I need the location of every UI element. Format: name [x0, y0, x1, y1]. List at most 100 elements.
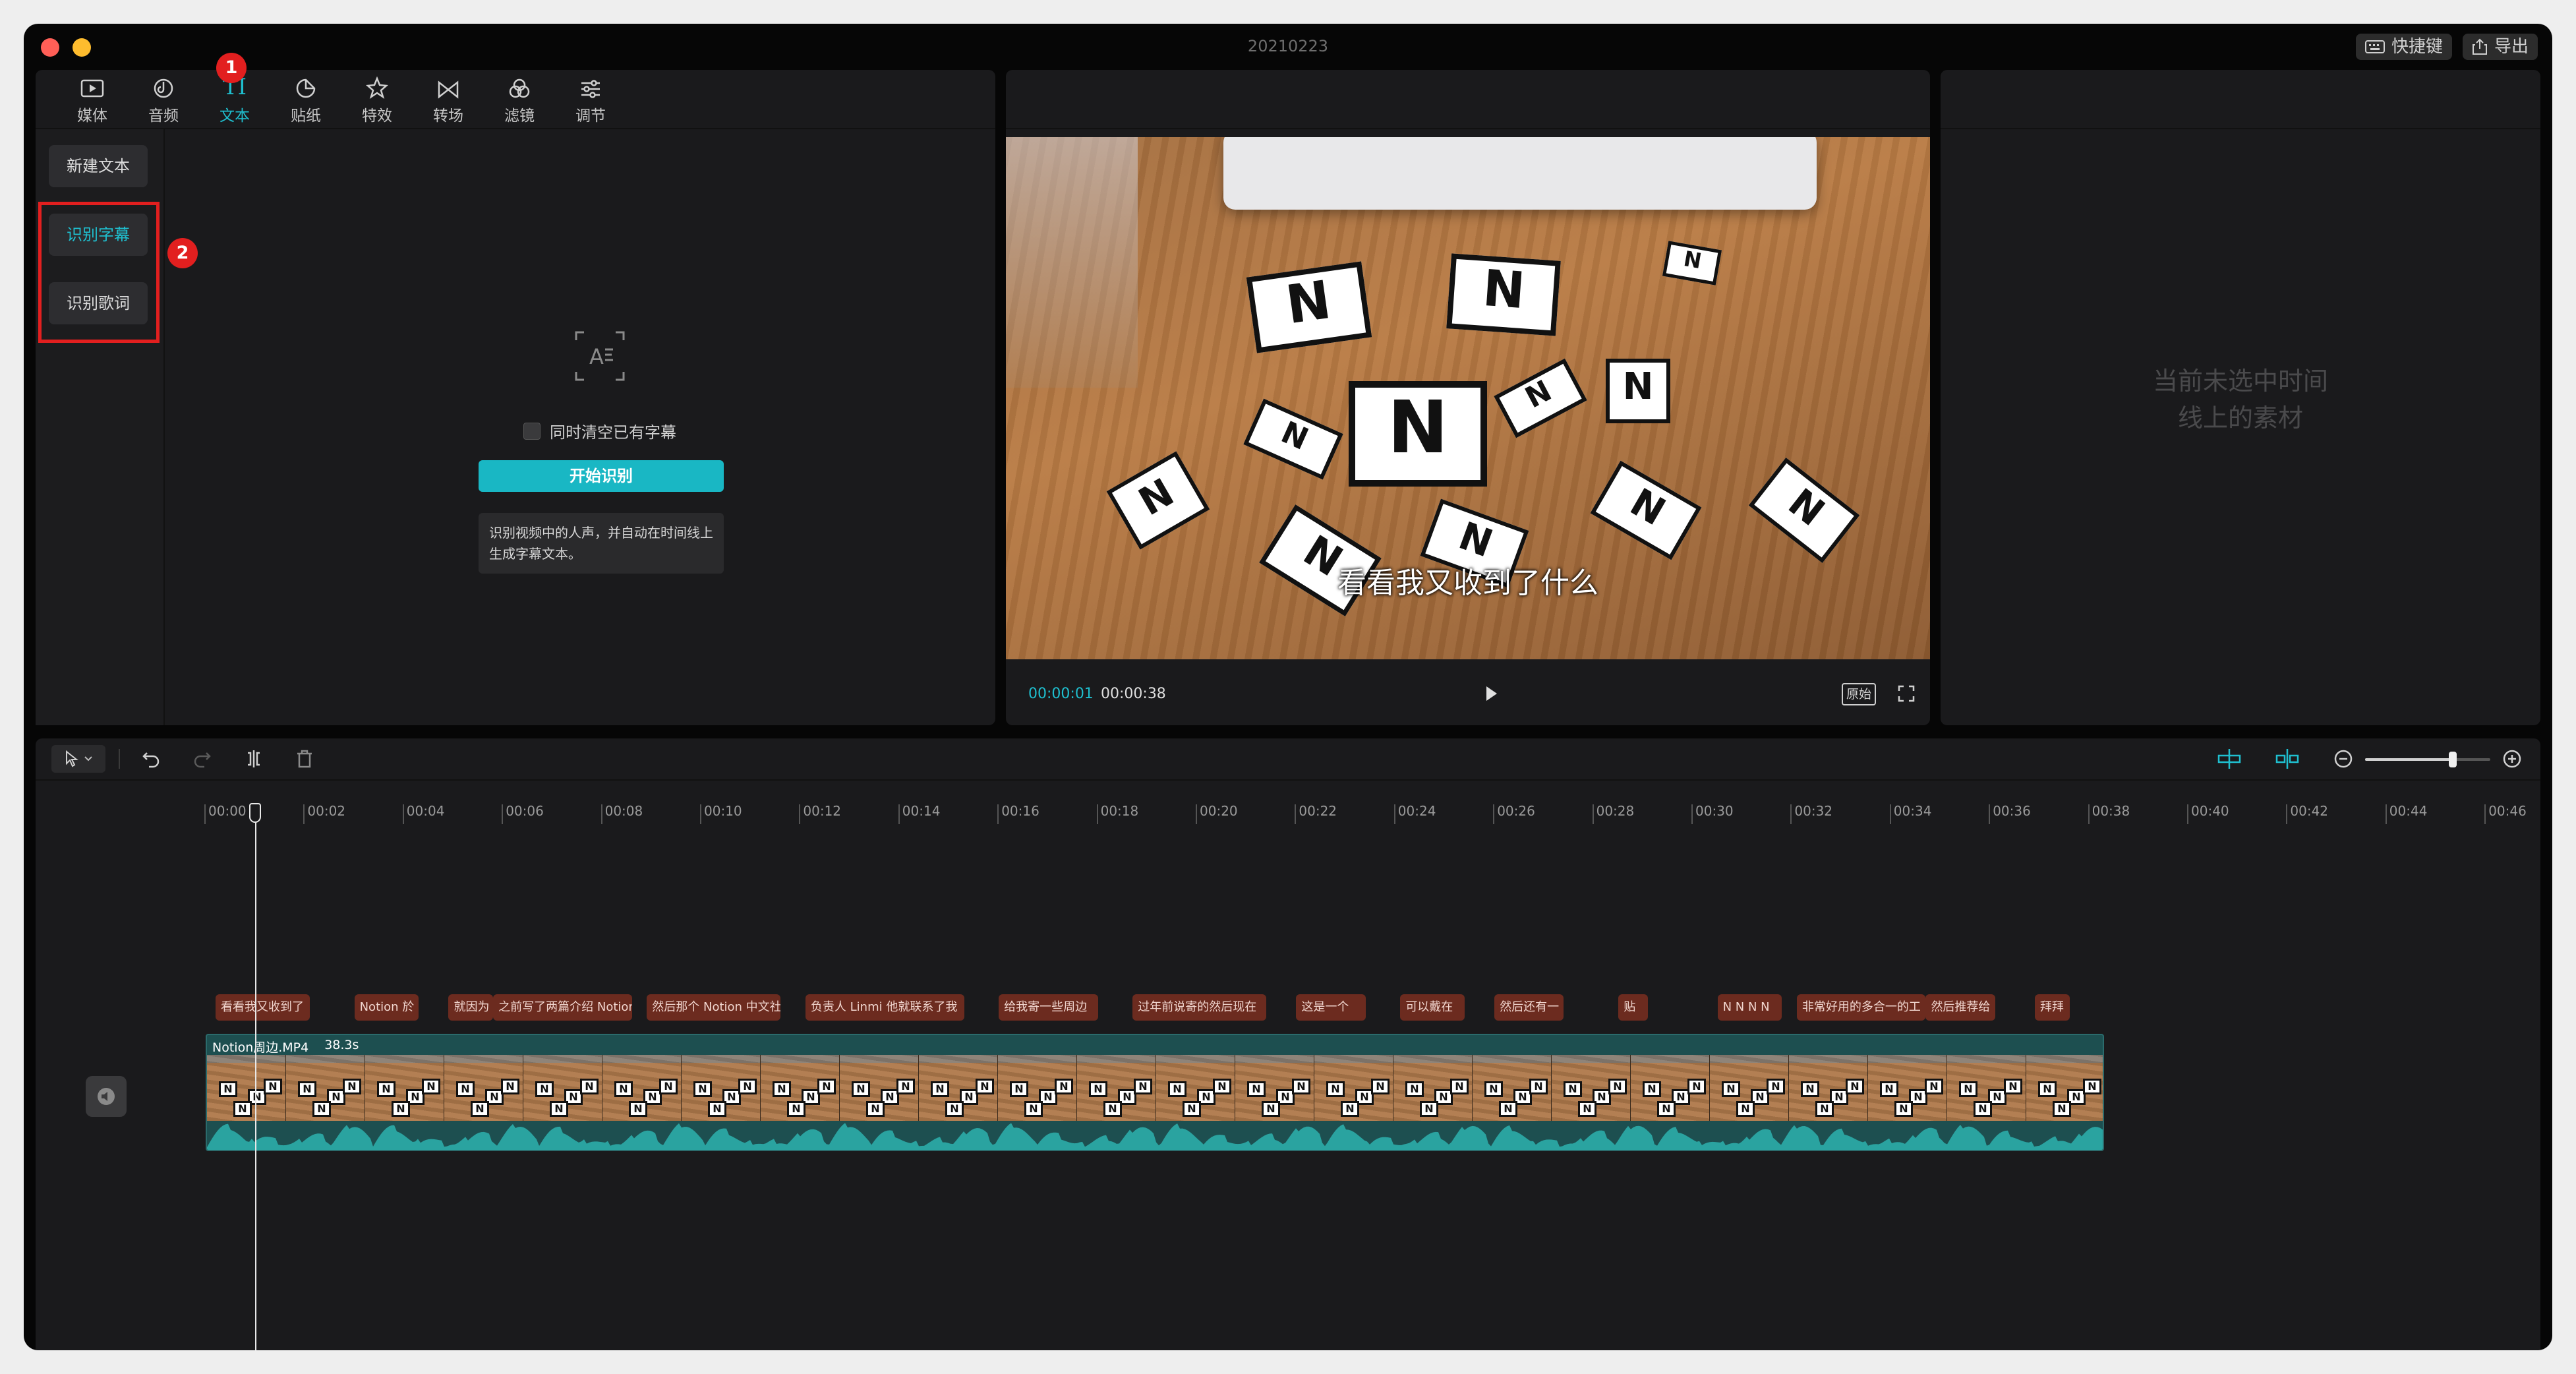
subtitle-clip[interactable]: 这是一个	[1296, 994, 1366, 1021]
notion-sticker: N	[2004, 1079, 2022, 1094]
inspector-panel: 当前未选中时间 线上的素材	[1941, 70, 2540, 725]
timeline-ruler[interactable]: 00:00 00:02 00:04 00:06 00:08 00:10 00:12 00:14…	[36, 804, 2540, 831]
split-icon[interactable]	[244, 749, 264, 769]
ruler-tick: 00:36	[1989, 804, 2031, 824]
undo-icon[interactable]	[141, 749, 161, 769]
notion-sticker: N	[377, 1081, 395, 1097]
subtitle-clip[interactable]: N N N N	[1717, 994, 1782, 1021]
video-clip[interactable]: Notion周边.MP4 38.3s NNNNNNNNNNNNNNNNNNNNN…	[206, 1034, 2105, 1151]
tab-audio[interactable]: 音频	[131, 73, 196, 132]
ruler-tick: 00:24	[1393, 804, 1436, 824]
notion-sticker: N	[1446, 253, 1561, 336]
zoom-slider-handle[interactable]	[2449, 752, 2457, 767]
speaker-icon	[98, 1088, 115, 1105]
subtitle-clip[interactable]: 然后推荐给	[1925, 994, 1995, 1021]
notion-sticker: N	[1247, 1081, 1266, 1097]
clip-thumbnail: NNNN	[286, 1055, 365, 1121]
snap-icon[interactable]	[2216, 748, 2242, 770]
fullscreen-icon[interactable]	[1897, 684, 1916, 703]
tab-filter[interactable]: 滤镜	[486, 73, 552, 132]
clip-thumbnail: NNNN	[207, 1055, 286, 1121]
tab-sticker[interactable]: 贴纸	[273, 73, 339, 132]
subtitle-clip[interactable]: 然后还有一	[1494, 994, 1564, 1021]
zoom-slider[interactable]	[2365, 752, 2490, 767]
ruler-tick: 00:10	[700, 804, 742, 824]
tab-effects[interactable]: 特效	[344, 73, 410, 132]
select-tool-dropdown[interactable]	[51, 745, 105, 773]
notion-sticker: N	[1168, 1081, 1186, 1097]
ruler-tick: 00:22	[1295, 804, 1337, 824]
subtitle-clip[interactable]: 可以戴在	[1400, 994, 1465, 1021]
chevron-down-icon	[84, 756, 92, 762]
notion-sticker: N	[1722, 1081, 1740, 1097]
ruler-tick: 00:06	[502, 804, 544, 824]
tab-adjust[interactable]: 调节	[558, 73, 624, 132]
subtitle-track: 看看我又收到了 Notion 於 就因为 之前写了两篇介绍 Notion 然后那个 No…	[36, 994, 2540, 1021]
export-button[interactable]: 导出	[2463, 34, 2538, 60]
zoom-slider-fill	[2365, 758, 2453, 761]
notion-sticker: N	[945, 1101, 964, 1117]
clip-thumbnail: NNNN	[1473, 1055, 1552, 1121]
clip-thumbnail: NNNN	[761, 1055, 840, 1121]
tab-transition[interactable]: 转场	[415, 73, 481, 132]
tab-label: 转场	[433, 107, 463, 125]
playhead[interactable]	[249, 803, 262, 1350]
playhead-handle[interactable]	[249, 803, 262, 823]
notion-sticker: N	[1657, 1101, 1676, 1117]
tab-bar: 媒体 音频 TI 文本 贴纸 特效 转场 滤镜 调节	[36, 70, 995, 129]
ruler-tick: 00:02	[303, 804, 345, 824]
subtitle-clip[interactable]: 非常好用的多合一的工	[1796, 994, 1926, 1021]
start-recognition-button[interactable]: 开始识别	[479, 460, 724, 492]
subtitle-clip[interactable]: 之前写了两篇介绍 Notion	[493, 994, 632, 1021]
total-time: 00:00:38	[1101, 686, 1166, 702]
subtitle-clip[interactable]: 过年前说寄的然后现在	[1132, 994, 1267, 1021]
notion-sticker: N	[1564, 1081, 1582, 1097]
notion-sticker: N	[1529, 1079, 1548, 1094]
svg-text:A: A	[589, 344, 604, 369]
tab-media[interactable]: 媒体	[59, 73, 125, 132]
notion-sticker: N	[1326, 1081, 1345, 1097]
zoom-in-icon[interactable]	[2502, 749, 2522, 769]
player-header	[1006, 70, 1930, 129]
link-icon[interactable]	[2274, 748, 2300, 770]
new-text-button[interactable]: 新建文本	[49, 145, 148, 187]
notion-sticker: N	[1405, 1081, 1424, 1097]
subtitle-clip[interactable]: 负责人 Linmi 他就联系了我	[805, 994, 964, 1021]
notion-sticker: N	[1349, 381, 1487, 487]
subtitle-clip[interactable]: 看看我又收到了	[216, 994, 310, 1021]
notion-sticker: N	[976, 1079, 994, 1094]
sticker-icon	[296, 78, 316, 98]
aspect-ratio-button[interactable]: 原始	[1842, 683, 1877, 705]
ruler-tick: 00:12	[799, 804, 841, 824]
subtitle-clip[interactable]: Notion 於	[354, 994, 419, 1021]
delete-icon[interactable]	[295, 749, 314, 769]
text-sidebar: 新建文本 识别字幕 识别歌词	[36, 129, 165, 725]
clip-thumbnail: NNNN	[1631, 1055, 1710, 1121]
track-audio-toggle[interactable]	[86, 1076, 127, 1117]
audio-waveform	[207, 1123, 2103, 1150]
ruler-tick: 00:26	[1493, 804, 1535, 824]
highlight-box	[38, 202, 160, 343]
redo-icon[interactable]	[192, 749, 212, 769]
shortcuts-button[interactable]: 快捷键	[2356, 34, 2453, 60]
audio-icon	[154, 78, 173, 98]
notion-sticker: N	[1213, 1079, 1231, 1094]
clear-existing-option[interactable]: 同时清空已有字幕	[523, 419, 676, 442]
ruler-tick: 00:20	[1196, 804, 1238, 824]
clip-thumbnail: NNNN	[1552, 1055, 1631, 1121]
clear-existing-checkbox[interactable]	[523, 422, 541, 440]
subtitle-clip[interactable]: 给我寄一些周边	[999, 994, 1098, 1021]
subtitle-clip[interactable]: 就因为	[448, 994, 494, 1021]
tab-label: 贴纸	[291, 107, 321, 125]
video-subtitle: 看看我又收到了什么	[1337, 566, 1598, 600]
zoom-out-icon[interactable]	[2333, 749, 2353, 769]
notion-sticker: N	[659, 1079, 678, 1094]
subtitle-clip[interactable]: 拜拜	[2034, 994, 2070, 1021]
notion-sticker: N	[1246, 261, 1372, 353]
ruler-tick: 00:04	[402, 804, 444, 824]
notion-sticker: N	[629, 1101, 647, 1117]
subtitle-clip[interactable]: 贴	[1618, 994, 1649, 1021]
notion-sticker: N	[1801, 1081, 1819, 1097]
subtitle-clip[interactable]: 然后那个 Notion 中文社	[647, 994, 781, 1021]
play-icon[interactable]	[1484, 684, 1499, 703]
